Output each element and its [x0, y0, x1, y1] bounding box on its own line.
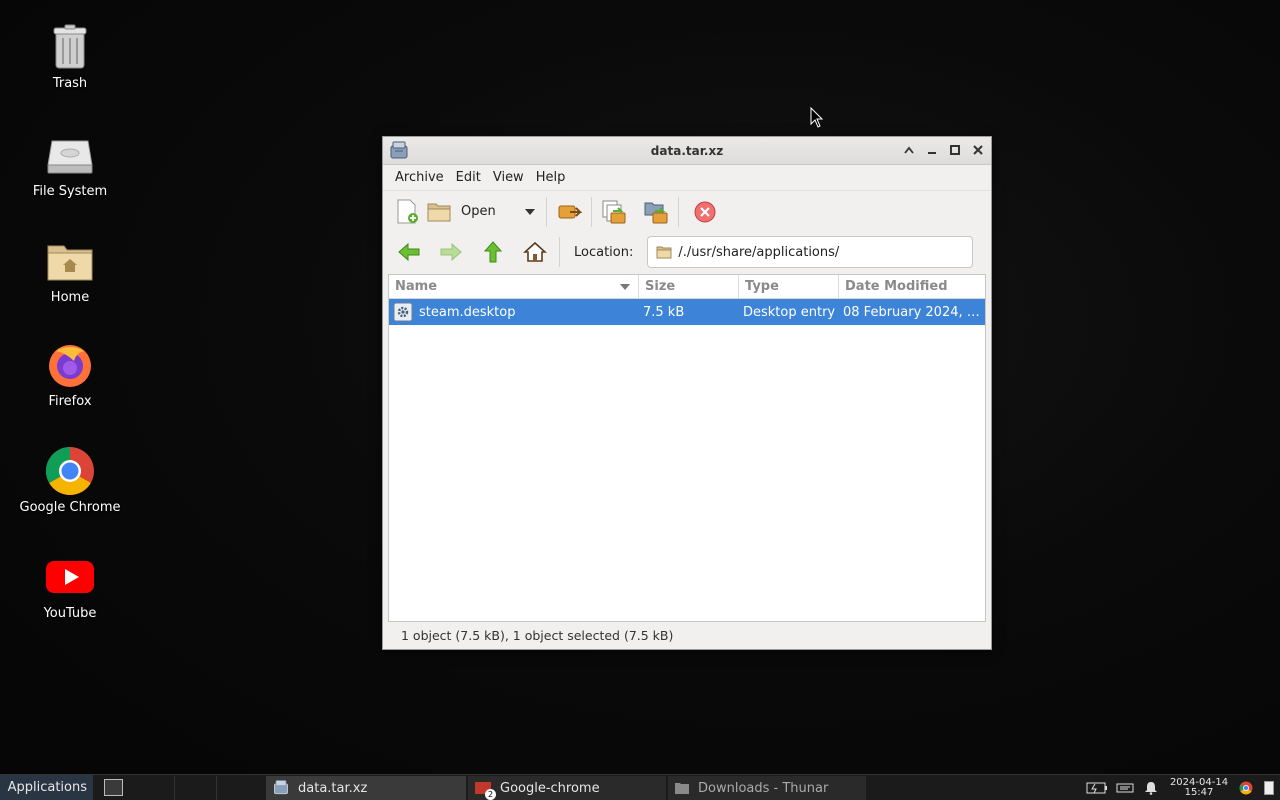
- location-value: /./usr/share/applications/: [678, 244, 840, 260]
- status-bar: 1 object (7.5 kB), 1 object selected (7.…: [401, 627, 674, 643]
- column-header-name[interactable]: Name: [389, 275, 639, 298]
- table-row[interactable]: steam.desktop 7.5 kB Desktop entry 08 Fe…: [389, 299, 985, 325]
- chrome-tray-icon[interactable]: [1234, 781, 1258, 795]
- battery-icon[interactable]: [1084, 782, 1110, 794]
- youtube-icon: [45, 552, 95, 602]
- folder-icon: [656, 246, 672, 259]
- column-header-size[interactable]: Size: [639, 275, 739, 298]
- desktop-icon-label: Google Chrome: [19, 500, 121, 515]
- show-desktop-button[interactable]: [104, 779, 123, 796]
- desktop-icon-label: File System: [32, 184, 108, 199]
- open-dropdown-arrow-icon[interactable]: [522, 198, 538, 226]
- taskbar: Applications data.tar.xz 2 Google-chrome…: [0, 774, 1280, 800]
- network-icon[interactable]: [1112, 782, 1138, 794]
- desktop-icon-home[interactable]: Home: [15, 236, 125, 305]
- main-toolbar: Open: [383, 190, 991, 232]
- notification-bell-icon[interactable]: [1138, 781, 1164, 795]
- column-header-type[interactable]: Type: [739, 275, 839, 298]
- desktop-icon-file-system[interactable]: File System: [15, 130, 125, 199]
- drive-icon: [45, 130, 95, 180]
- location-label: Location:: [574, 244, 634, 260]
- clipboard-icon[interactable]: [1258, 781, 1280, 795]
- new-archive-button[interactable]: [393, 198, 421, 226]
- desktop-icon-label: Trash: [52, 76, 88, 91]
- row-name: steam.desktop: [419, 304, 516, 320]
- toolbar-separator: [590, 196, 592, 227]
- add-folder-button[interactable]: [642, 198, 670, 226]
- xfce-logo-icon: [3, 787, 4, 788]
- clock[interactable]: 2024-04-14 15:47: [1164, 778, 1234, 798]
- desktop-entry-gear-icon: [393, 302, 413, 322]
- stop-button[interactable]: [691, 198, 719, 226]
- home-folder-icon: [45, 236, 95, 286]
- archive-app-icon: [274, 780, 288, 795]
- open-folder-icon[interactable]: [425, 198, 453, 226]
- desktop-icon-youtube[interactable]: YouTube: [15, 552, 125, 621]
- workspace-switcher[interactable]: [133, 776, 258, 800]
- firefox-icon: [45, 340, 95, 390]
- list-header: Name Size Type Date Modified: [389, 275, 985, 299]
- close-button[interactable]: [971, 142, 985, 158]
- home-icon[interactable]: [521, 238, 549, 266]
- forward-arrow-icon[interactable]: [437, 238, 465, 266]
- window-titlebar[interactable]: data.tar.xz: [383, 137, 991, 165]
- desktop-icon-firefox[interactable]: Firefox: [15, 340, 125, 409]
- task-downloads-thunar[interactable]: Downloads - Thunar: [668, 776, 866, 800]
- navigation-toolbar: Location: /./usr/share/applications/: [383, 232, 991, 272]
- file-list: Name Size Type Date Modified steam.deskt…: [388, 274, 986, 622]
- up-arrow-icon[interactable]: [479, 238, 507, 266]
- toolbar-separator: [545, 196, 547, 227]
- desktop-icon-google-chrome[interactable]: Google Chrome: [15, 446, 125, 515]
- task-data-tar-xz[interactable]: data.tar.xz: [266, 776, 466, 800]
- archive-manager-window: data.tar.xz Archive Edit View Help Open …: [382, 136, 992, 650]
- desktop-icon-trash[interactable]: Trash: [15, 22, 125, 91]
- mouse-cursor-icon: [810, 106, 824, 133]
- row-date: 08 February 2024, 10...: [843, 304, 985, 320]
- row-size: 7.5 kB: [643, 304, 685, 320]
- row-type: Desktop entry: [743, 304, 836, 320]
- back-arrow-icon[interactable]: [395, 238, 423, 266]
- add-files-button[interactable]: [600, 198, 628, 226]
- location-field[interactable]: /./usr/share/applications/: [647, 236, 974, 268]
- window-title: data.tar.xz: [650, 143, 724, 158]
- task-google-chrome[interactable]: 2 Google-chrome: [468, 776, 666, 800]
- menu-view[interactable]: View: [487, 170, 530, 185]
- sort-arrow-icon: [620, 284, 630, 290]
- toolbar-separator: [677, 196, 679, 227]
- trash-icon: [45, 22, 95, 72]
- minimize-button[interactable]: [925, 142, 939, 158]
- clock-time: 15:47: [1184, 787, 1214, 798]
- chrome-group-icon: 2: [474, 779, 496, 800]
- maximize-button[interactable]: [948, 142, 962, 158]
- toolbar-separator: [559, 237, 560, 267]
- column-header-date-modified[interactable]: Date Modified: [839, 275, 985, 298]
- folder-icon: [675, 783, 689, 794]
- desktop-icon-label: YouTube: [43, 606, 97, 621]
- extract-button[interactable]: [555, 198, 583, 226]
- system-tray: 2024-04-14 15:47: [1084, 775, 1280, 800]
- menu-archive[interactable]: Archive: [389, 170, 450, 185]
- shade-button[interactable]: [902, 142, 916, 158]
- chrome-icon: [45, 446, 95, 496]
- menu-edit[interactable]: Edit: [450, 170, 487, 185]
- menubar: Archive Edit View Help: [383, 165, 991, 190]
- desktop-icon-label: Firefox: [48, 394, 92, 409]
- open-button-label[interactable]: Open: [461, 204, 496, 219]
- menu-help[interactable]: Help: [530, 170, 572, 185]
- applications-menu-button[interactable]: Applications: [0, 775, 93, 800]
- desktop-icon-label: Home: [50, 290, 90, 305]
